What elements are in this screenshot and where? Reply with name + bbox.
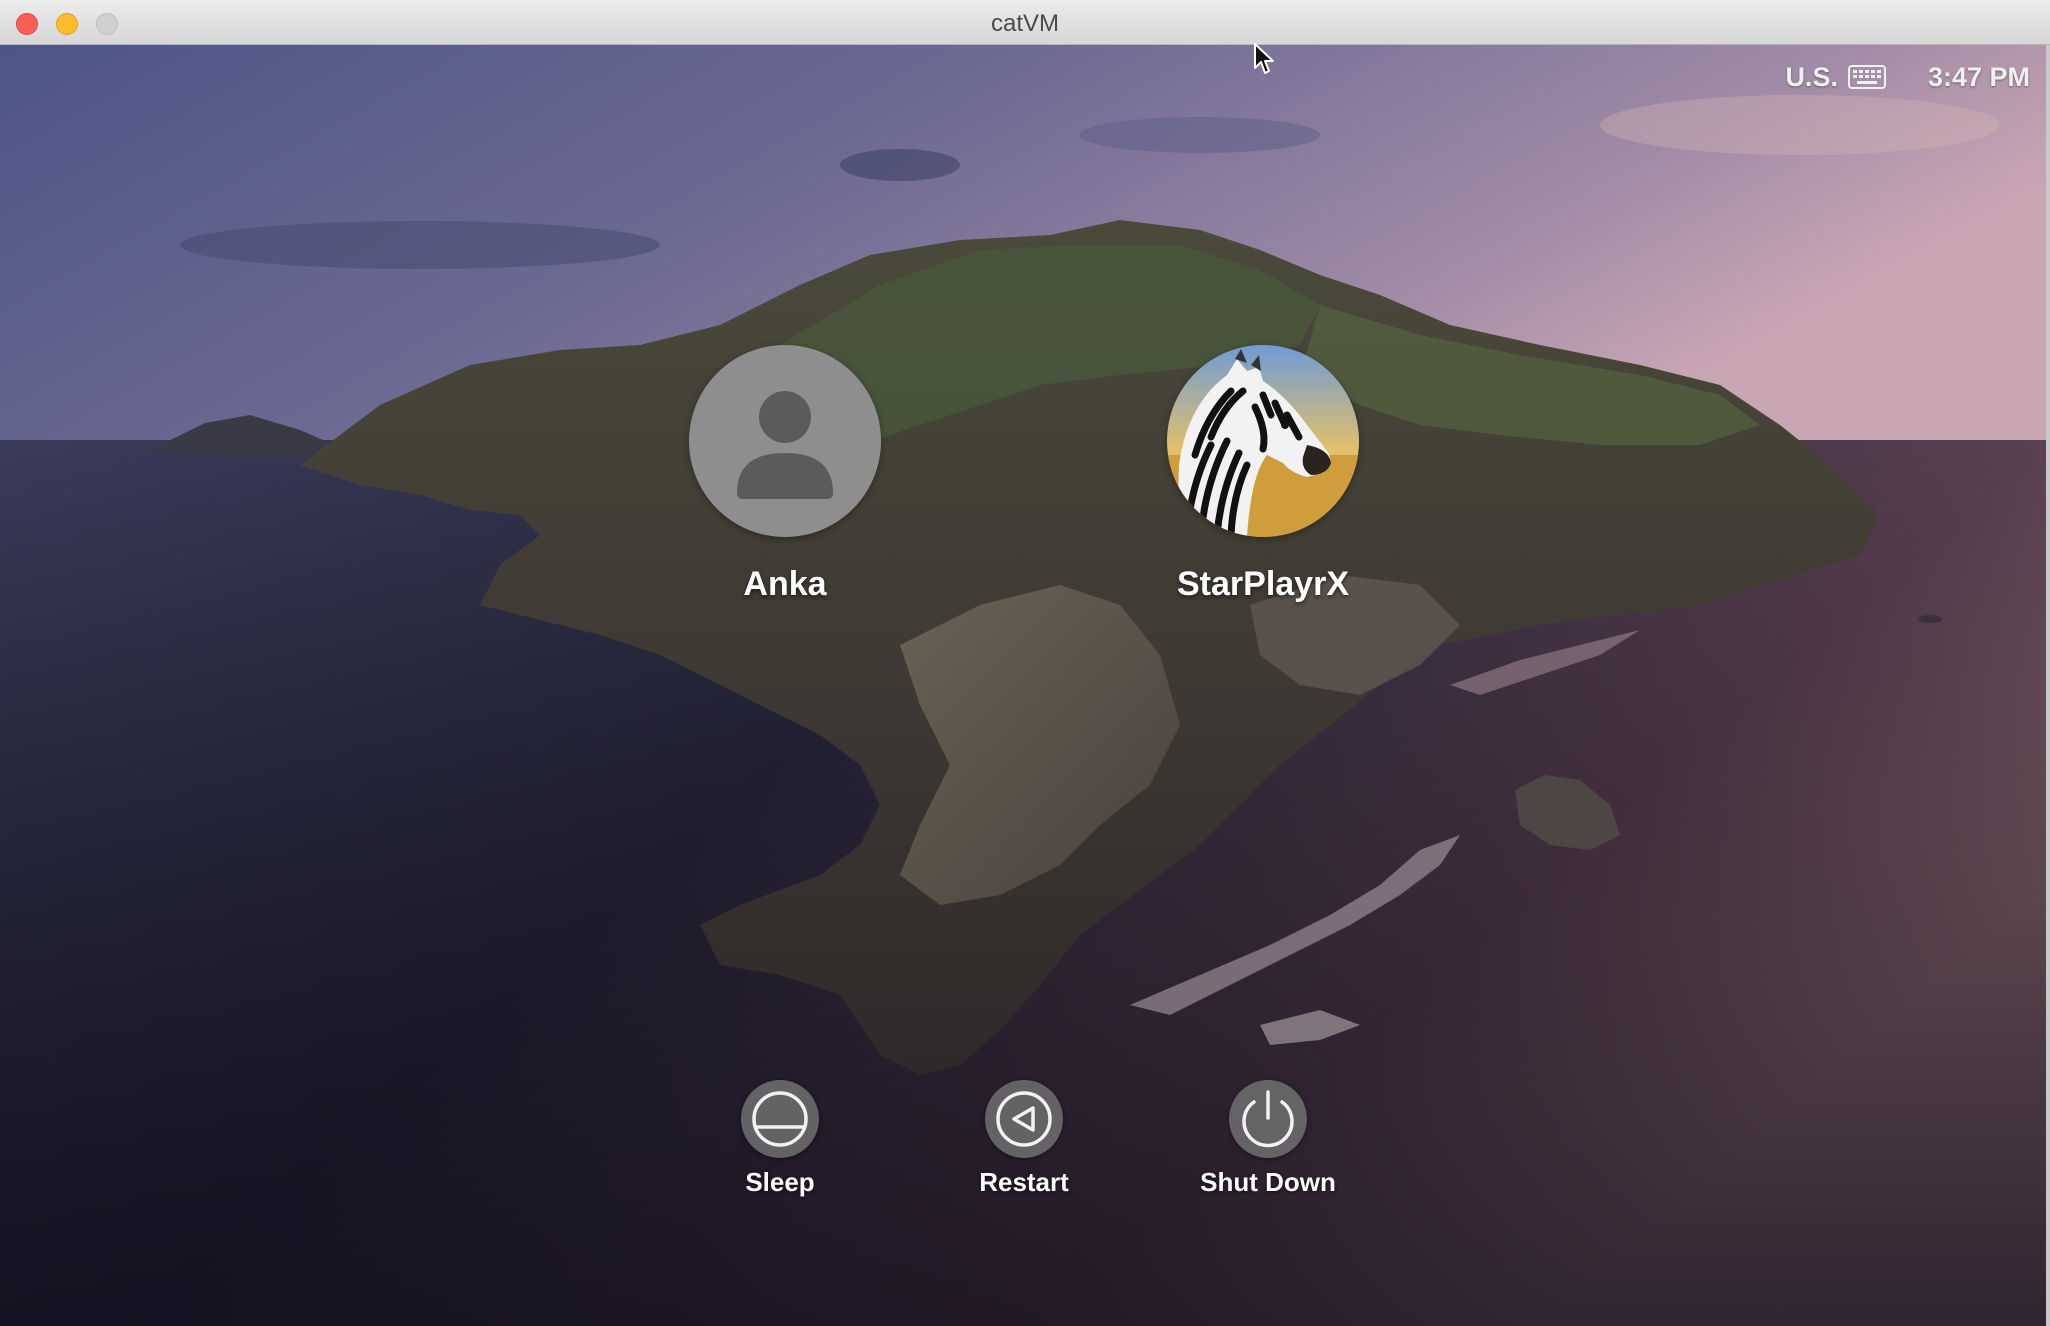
restart-button[interactable]: Restart	[914, 1080, 1134, 1198]
window-titlebar[interactable]: catVM	[0, 0, 2050, 45]
sleep-label: Sleep	[745, 1167, 815, 1197]
sleep-icon[interactable]	[741, 1080, 819, 1158]
zebra-avatar-image[interactable]	[1167, 345, 1359, 537]
sleep-button[interactable]: Sleep	[670, 1080, 890, 1198]
user-tile-anka[interactable]: Anka	[655, 345, 915, 604]
user-name: Anka	[743, 565, 827, 603]
user-tile-starplayrx[interactable]: StarPlayrX	[1133, 345, 1393, 604]
restart-icon[interactable]	[985, 1080, 1063, 1158]
shut-down-label: Shut Down	[1200, 1167, 1336, 1197]
power-icon[interactable]	[1229, 1080, 1307, 1158]
default-user-silhouette-icon[interactable]	[689, 345, 881, 537]
vm-window: catVM U.S. 3:47 PM Anka StarPlayrX Sleep…	[0, 0, 2050, 1326]
user-name: StarPlayrX	[1177, 565, 1349, 603]
input-source-label[interactable]: U.S.	[1785, 62, 1838, 93]
keyboard-icon[interactable]	[1847, 65, 1886, 89]
shut-down-button[interactable]: Shut Down	[1158, 1080, 1378, 1198]
mouse-pointer-icon	[1254, 43, 1274, 74]
window-edge	[2046, 45, 2050, 1326]
restart-label: Restart	[979, 1167, 1069, 1197]
clock: 3:47 PM	[1927, 61, 2030, 92]
login-screen: U.S. 3:47 PM Anka StarPlayrX Sleep Resta…	[0, 45, 2050, 1326]
login-menu-status: U.S. 3:47 PM	[1785, 59, 2030, 95]
window-title: catVM	[990, 10, 1059, 37]
